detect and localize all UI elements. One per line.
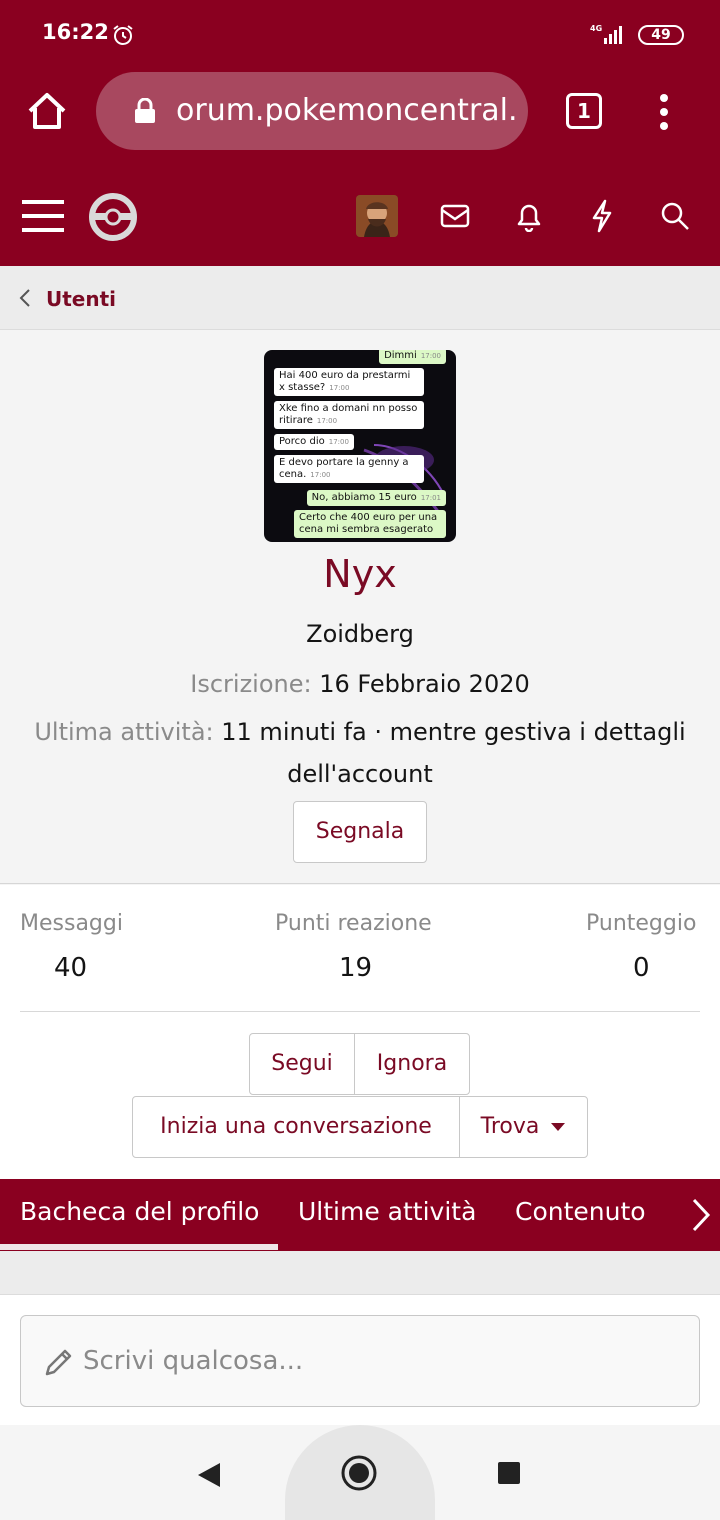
ignore-button[interactable]: Ignora bbox=[354, 1033, 470, 1095]
lightning-icon[interactable] bbox=[590, 199, 614, 233]
profile-header: Dimmi 17:00 Hai 400 euro da prestarmi x s… bbox=[0, 330, 720, 884]
composer-placeholder: Scrivi qualcosa... bbox=[83, 1346, 304, 1376]
caret-down-icon bbox=[551, 1123, 566, 1131]
back-icon[interactable] bbox=[196, 1461, 222, 1489]
chat-bubble: No, abbiamo 15 euro 17:01 bbox=[306, 490, 446, 506]
inbox-icon[interactable] bbox=[440, 204, 470, 228]
tab-switcher-button[interactable]: 1 bbox=[566, 93, 602, 129]
user-avatar[interactable] bbox=[356, 195, 398, 237]
profile-avatar[interactable]: Dimmi 17:00 Hai 400 euro da prestarmi x s… bbox=[264, 350, 456, 542]
forum-header bbox=[0, 172, 720, 266]
search-icon[interactable] bbox=[660, 201, 690, 231]
recents-icon[interactable] bbox=[496, 1460, 522, 1486]
breadcrumb-link[interactable]: Utenti bbox=[46, 287, 116, 311]
active-tab-indicator bbox=[0, 1244, 278, 1250]
stats-divider bbox=[20, 1011, 700, 1012]
lock-icon bbox=[135, 98, 155, 123]
joined-info: Iscrizione: 16 Febbraio 2020 bbox=[20, 663, 700, 705]
start-conversation-button[interactable]: Inizia una conversazione bbox=[132, 1096, 460, 1158]
reactions-label: Punti reazione bbox=[275, 911, 432, 936]
system-navigation-bar bbox=[0, 1425, 720, 1520]
status-time: 16:22 bbox=[42, 20, 109, 44]
chat-bubble: Hai 400 euro da prestarmi x stasse? 17:00 bbox=[274, 368, 424, 396]
home-circle-icon[interactable] bbox=[340, 1454, 378, 1492]
signal-icon: 4G bbox=[590, 24, 622, 44]
last-activity-value: 11 minuti fa · mentre gestiva i dettagli… bbox=[221, 718, 686, 788]
profile-post-input[interactable]: Scrivi qualcosa... bbox=[20, 1315, 700, 1407]
profile-tabs: Bacheca del profilo Ultime attività Cont… bbox=[0, 1179, 720, 1251]
hamburger-menu-icon[interactable] bbox=[22, 198, 64, 234]
last-activity-info: Ultima attività: 11 minuti fa · mentre g… bbox=[20, 711, 700, 795]
pencil-icon bbox=[45, 1349, 72, 1376]
messages-value[interactable]: 40 bbox=[54, 953, 87, 983]
profile-user-title: Zoidberg bbox=[306, 620, 414, 648]
more-options-icon[interactable] bbox=[652, 92, 676, 132]
find-label: Trova bbox=[480, 1114, 540, 1139]
chat-bubble: Xke fino a domani nn posso ritirare 17:00 bbox=[274, 401, 424, 429]
profile-stats: Messaggi 40 Punti reazione 19 Punteggio … bbox=[0, 885, 720, 1179]
browser-chrome: 16:22 4G 49 orum.pokemoncentral.it 1 bbox=[0, 0, 720, 172]
tab-profile-wall[interactable]: Bacheca del profilo bbox=[20, 1197, 259, 1226]
battery-indicator: 49 bbox=[638, 25, 684, 45]
chat-bubble: Porco dio 17:00 bbox=[274, 434, 354, 450]
alarm-icon bbox=[113, 25, 133, 45]
breadcrumb[interactable]: Utenti bbox=[0, 266, 720, 330]
chat-bubble: Dimmi 17:00 bbox=[379, 350, 446, 364]
home-icon[interactable] bbox=[26, 90, 68, 132]
score-label: Punteggio bbox=[586, 911, 697, 936]
score-value: 0 bbox=[633, 953, 650, 983]
avatar-image bbox=[356, 195, 398, 237]
chevron-right-icon[interactable] bbox=[690, 1197, 712, 1233]
joined-value: 16 Febbraio 2020 bbox=[319, 670, 530, 698]
chevron-left-icon bbox=[19, 289, 30, 307]
section-gap bbox=[0, 1251, 720, 1295]
find-dropdown-button[interactable]: Trova bbox=[459, 1096, 588, 1158]
profile-post-composer-area: Scrivi qualcosa... bbox=[0, 1295, 720, 1425]
follow-button[interactable]: Segui bbox=[249, 1033, 355, 1095]
profile-username[interactable]: Nyx bbox=[0, 552, 720, 596]
site-logo-icon[interactable] bbox=[88, 192, 138, 242]
network-type: 4G bbox=[590, 24, 602, 33]
joined-label: Iscrizione: bbox=[190, 670, 312, 698]
url-text: orum.pokemoncentral.it bbox=[176, 93, 516, 128]
tab-latest-activity[interactable]: Ultime attività bbox=[298, 1197, 476, 1226]
address-bar[interactable]: orum.pokemoncentral.it bbox=[96, 72, 528, 150]
messages-label: Messaggi bbox=[20, 911, 123, 936]
chat-bubble: Certo che 400 euro per una cena mi sembr… bbox=[294, 510, 446, 538]
last-activity-label: Ultima attività: bbox=[34, 718, 214, 746]
tab-content[interactable]: Contenuto bbox=[515, 1197, 646, 1226]
report-button[interactable]: Segnala bbox=[293, 801, 427, 863]
bell-icon[interactable] bbox=[515, 200, 543, 232]
reactions-value: 19 bbox=[339, 953, 373, 983]
chat-bubble: E devo portare la genny a cena. 17:00 bbox=[274, 455, 424, 483]
